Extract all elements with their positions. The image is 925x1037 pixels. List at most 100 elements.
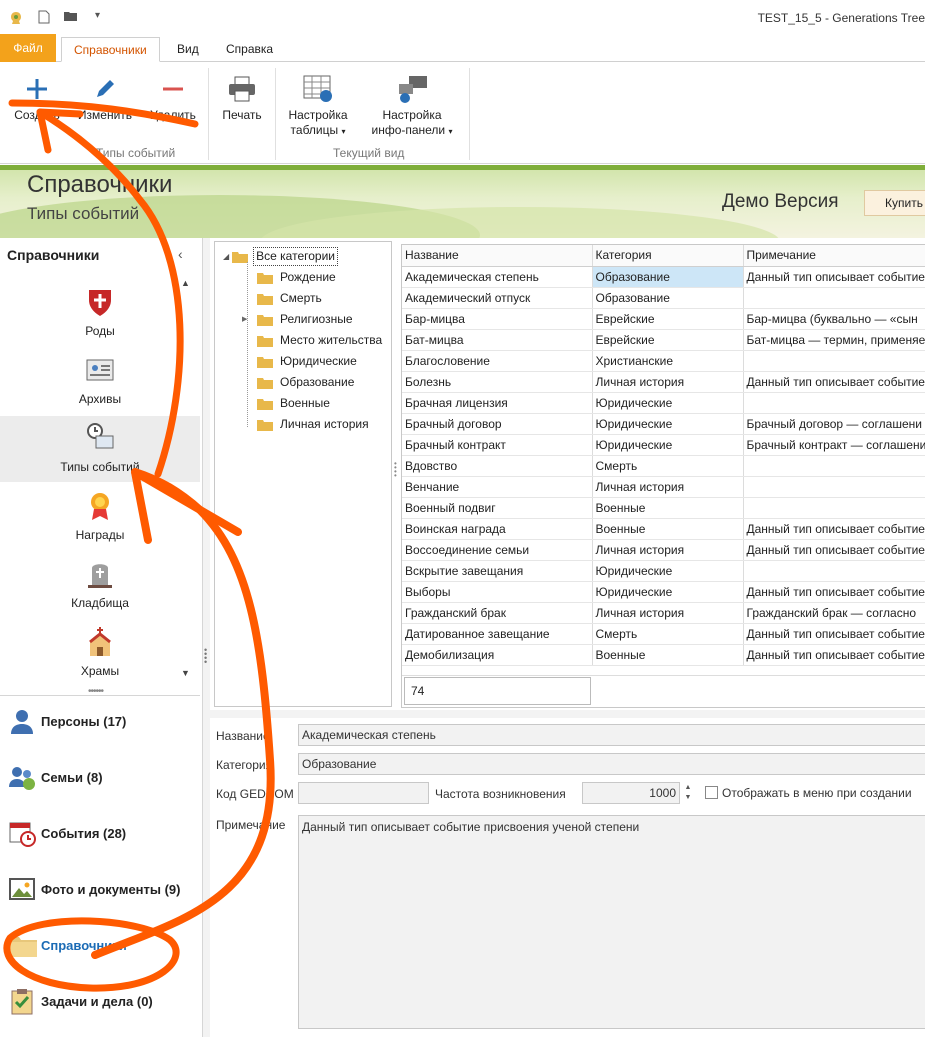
section-tasks[interactable]: Задачи и дела (0) [0,983,200,1023]
cell-note[interactable]: Бат-мицва — термин, применяе [743,329,925,351]
horizontal-splitter[interactable] [210,710,925,718]
frequency-field[interactable]: 1000 [582,782,680,804]
cell-note[interactable] [743,350,925,372]
cell-name[interactable]: Брачная лицензия [402,392,593,414]
note-field[interactable]: Данный тип описывает событие присвоения … [298,815,925,1029]
cell-category[interactable]: Юридические [592,434,744,456]
table-row[interactable]: Благословение Христианские [402,350,925,372]
vertical-splitter[interactable]: • • • • [203,238,210,1037]
cell-name[interactable]: Академическая степень [402,266,593,288]
cell-note[interactable]: Данный тип описывает событие [743,539,925,561]
cell-note[interactable]: Данный тип описывает событие [743,581,925,603]
show-in-menu-checkbox[interactable] [705,786,718,799]
cell-name[interactable]: Датированное завещание [402,623,593,645]
table-row[interactable]: Датированное завещание Смерть Данный тип о… [402,623,925,645]
section-directories[interactable]: Справочники [0,927,200,967]
frequency-spinner[interactable]: ▲ ▼ [680,783,696,805]
cell-category[interactable]: Личная история [592,476,744,498]
cell-category[interactable]: Образование [592,266,744,288]
cell-note[interactable]: Гражданский брак — согласно [743,602,925,624]
nav-item-event-types[interactable]: Типы событий [0,416,200,482]
column-header-note[interactable]: Примечание [743,245,925,267]
buy-button[interactable]: Купить [864,190,925,216]
cell-name[interactable]: Военный подвиг [402,497,593,519]
info-panel-settings-button[interactable]: Настройка инфо-панели ▾ [360,70,464,139]
tab-file[interactable]: Файл [0,34,56,62]
table-row[interactable]: Воинская награда Военные Данный тип описыв… [402,518,925,540]
nav-item-archives[interactable]: Архивы [0,350,200,416]
cell-category[interactable]: Образование [592,287,744,309]
cell-note[interactable] [743,392,925,414]
cell-name[interactable]: Вдовство [402,455,593,477]
table-row[interactable]: Бар-мицва Еврейские Бар-мицва (буквально —… [402,308,925,330]
cell-category[interactable]: Личная история [592,371,744,393]
nav-item-clans[interactable]: Роды [0,282,200,348]
cell-category[interactable]: Еврейские [592,329,744,351]
nav-item-churches[interactable]: Храмы [0,622,200,688]
tree-node[interactable]: Место жительства [257,330,384,351]
cell-category[interactable]: Военные [592,644,744,666]
cell-name[interactable]: Благословение [402,350,593,372]
table-row[interactable]: Военный подвиг Военные [402,497,925,519]
table-row[interactable]: Гражданский брак Личная история Граждански… [402,602,925,624]
name-field[interactable]: Академическая степень [298,724,925,746]
cell-name[interactable]: Бат-мицва [402,329,593,351]
table-row[interactable]: Брачная лицензия Юридические [402,392,925,414]
table-row[interactable]: Выборы Юридические Данный тип описывает со… [402,581,925,603]
cell-note[interactable] [743,287,925,309]
cell-category[interactable]: Юридические [592,413,744,435]
tree-grid-splitter[interactable]: • • • • [394,460,397,480]
tree-node[interactable]: Смерть [257,288,324,309]
cell-category[interactable]: Личная история [592,539,744,561]
spin-down-icon[interactable]: ▼ [680,793,696,803]
cell-note[interactable]: Данный тип описывает событие [743,266,925,288]
table-row[interactable]: Брачный контракт Юридические Брачный контр… [402,434,925,456]
spin-up-icon[interactable]: ▲ [680,783,696,793]
column-header-name[interactable]: Название [402,245,593,267]
table-row[interactable]: Воссоединение семьи Личная история Данный … [402,539,925,561]
table-row[interactable]: Бат-мицва Еврейские Бат-мицва — термин, пр… [402,329,925,351]
table-row[interactable]: Брачный договор Юридические Брачный догово… [402,413,925,435]
tab-directories[interactable]: Справочники [61,37,160,62]
cell-name[interactable]: Гражданский брак [402,602,593,624]
section-persons[interactable]: Персоны (17) [0,703,200,743]
cell-category[interactable]: Еврейские [592,308,744,330]
table-row[interactable]: Демобилизация Военные Данный тип описывает… [402,644,925,666]
cell-name[interactable]: Воссоединение семьи [402,539,593,561]
cell-note[interactable]: Брачный контракт — соглашени [743,434,925,456]
table-row[interactable]: Вскрытие завещания Юридические [402,560,925,582]
section-photos-documents[interactable]: Фото и документы (9) [0,871,200,911]
cell-note[interactable]: Данный тип описывает событие [743,371,925,393]
create-button[interactable]: Создать [8,70,66,123]
cell-name[interactable]: Академический отпуск [402,287,593,309]
cell-name[interactable]: Венчание [402,476,593,498]
print-button[interactable]: Печать [214,70,270,123]
table-settings-button[interactable]: Настройка таблицы ▾ [281,70,355,139]
tree-node[interactable]: Военные [257,393,332,414]
tree-node[interactable]: Личная история [257,414,371,435]
table-row[interactable]: Болезнь Личная история Данный тип описывае… [402,371,925,393]
edit-button[interactable]: Изменить [72,70,138,123]
tab-view[interactable]: Вид [165,37,211,62]
cell-note[interactable]: Данный тип описывает событие [743,518,925,540]
gedcom-field[interactable] [298,782,429,804]
cell-category[interactable]: Смерть [592,455,744,477]
cell-note[interactable]: Брачный договор — соглашени [743,413,925,435]
cell-category[interactable]: Военные [592,518,744,540]
tree-node[interactable]: Рождение [257,267,338,288]
cell-category[interactable]: Юридические [592,560,744,582]
open-folder-icon[interactable] [63,10,79,25]
cell-name[interactable]: Воинская награда [402,518,593,540]
new-file-icon[interactable] [38,10,50,27]
tree-node[interactable]: Юридические [257,351,359,372]
cell-note[interactable]: Бар-мицва (буквально — «сын [743,308,925,330]
tab-help[interactable]: Справка [214,37,285,62]
table-row[interactable]: Вдовство Смерть [402,455,925,477]
section-events[interactable]: События (28) [0,815,200,855]
collapse-chevron-icon[interactable]: ‹ [178,246,183,262]
cell-category[interactable]: Личная история [592,602,744,624]
cell-note[interactable] [743,560,925,582]
cell-category[interactable]: Смерть [592,623,744,645]
cell-category[interactable]: Военные [592,497,744,519]
category-field[interactable]: Образование [298,753,925,775]
